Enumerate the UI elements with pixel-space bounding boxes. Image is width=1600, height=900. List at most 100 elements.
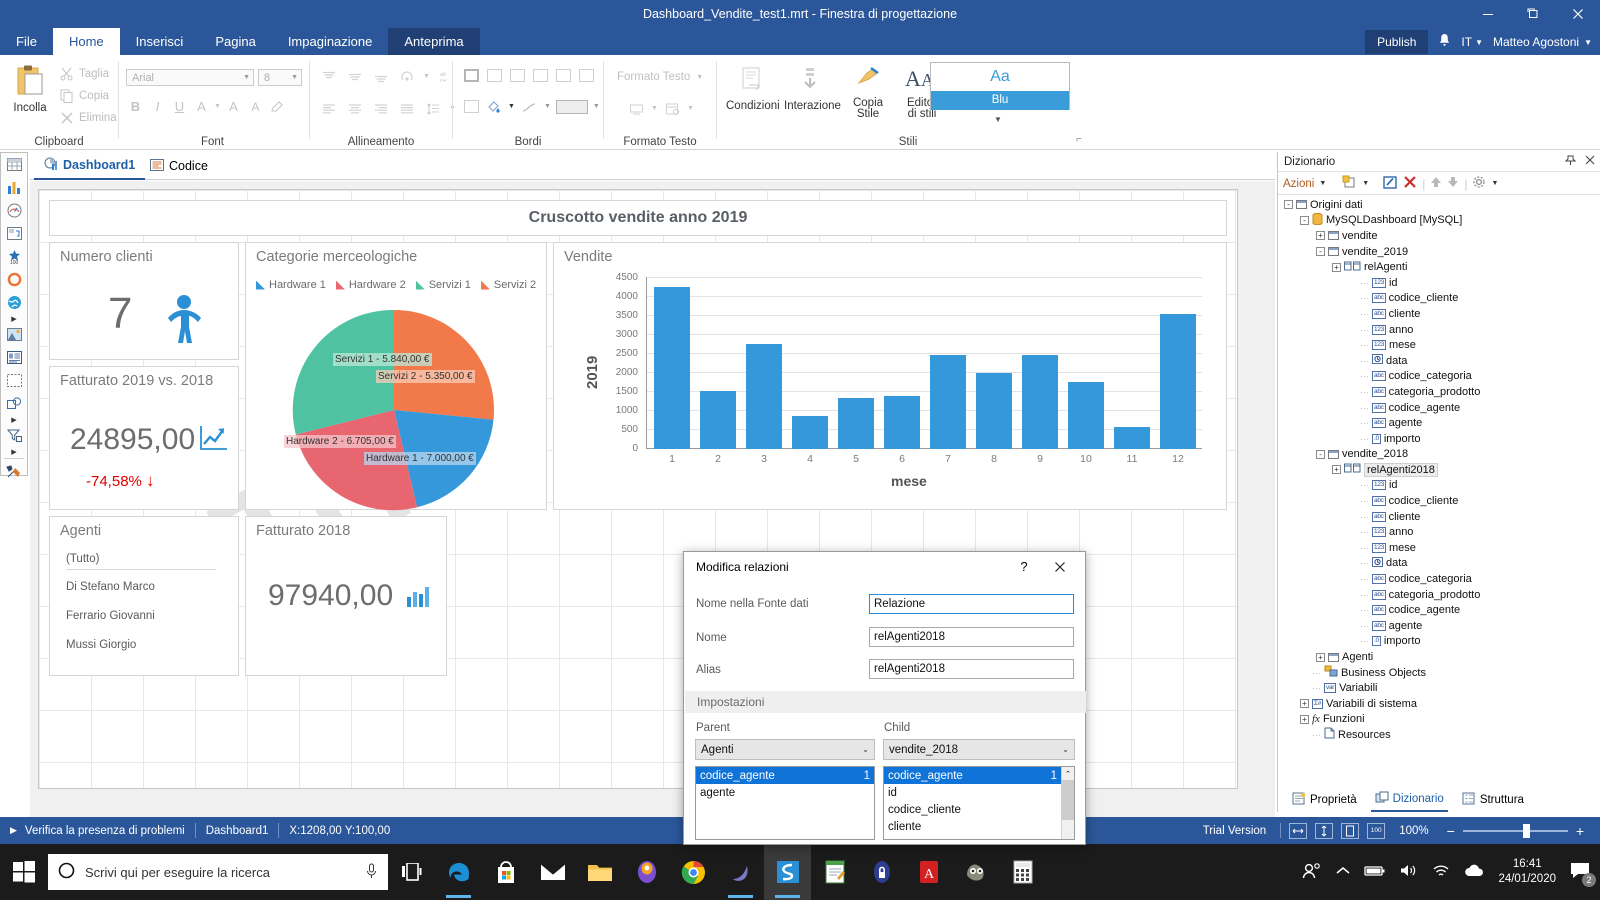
dict-tree-node[interactable]: + relAgenti2018 — [1278, 462, 1600, 478]
tab-struttura[interactable]: Struttura — [1458, 789, 1528, 811]
dict-tree-node[interactable]: - MySQLDashboard [MySQL] — [1278, 212, 1600, 229]
taskbar-clock[interactable]: 16:41 24/01/2020 — [1498, 857, 1556, 887]
border-style-icon[interactable] — [520, 97, 539, 116]
battery-icon[interactable] — [1364, 865, 1386, 880]
italic-button[interactable]: I — [148, 97, 167, 116]
panel-tool-icon[interactable] — [1, 369, 27, 392]
ribbon-tab-impaginazione[interactable]: Impaginazione — [272, 28, 389, 55]
chevron-down-icon[interactable]: ▼ — [1319, 180, 1326, 187]
child-column-row-2[interactable]: codice_cliente — [884, 801, 1061, 818]
mail-icon[interactable] — [529, 844, 576, 900]
map-tool-more-icon[interactable]: ▶ — [1, 314, 27, 323]
progress-tool-icon[interactable] — [1, 268, 27, 291]
chevron-down-icon[interactable]: ▼ — [1491, 180, 1498, 187]
font-size-combo[interactable]: 8 ▼ — [258, 69, 302, 86]
show-hidden-icons-icon[interactable] — [1336, 865, 1350, 879]
dict-tree-node[interactable]: ··· 123 anno — [1278, 322, 1600, 338]
panel-numero-clienti[interactable]: Numero clienti 7 — [49, 242, 239, 360]
image-tool-icon[interactable] — [1, 323, 27, 346]
dialog-list-parent-columns[interactable]: codice_agente 1 agente — [695, 766, 875, 840]
chart-tool-icon[interactable] — [1, 176, 27, 199]
taskbar-search[interactable]: Scrivi qui per eseguire la ricerca — [48, 854, 388, 890]
dictionary-actions-button[interactable]: Azioni — [1283, 178, 1314, 190]
dialog-input-nome-fonte-dati[interactable]: Relazione — [869, 594, 1074, 614]
conditions-button[interactable]: Condizioni — [726, 65, 780, 112]
acrobat-icon[interactable]: A — [905, 844, 952, 900]
border-top-icon[interactable] — [556, 69, 571, 82]
child-column-row-1[interactable]: id — [884, 784, 1061, 801]
dialog-help-button[interactable]: ? — [1009, 552, 1039, 581]
notifications-bell-icon[interactable] — [1438, 33, 1451, 50]
align-bottom-icon[interactable] — [371, 67, 390, 86]
copy-style-button[interactable]: Copia Stile — [842, 65, 894, 120]
language-selector[interactable]: IT ▼ — [1461, 35, 1483, 49]
paste-button[interactable]: Incolla — [4, 63, 56, 114]
align-left-icon[interactable] — [319, 99, 338, 118]
border-all-icon[interactable] — [464, 69, 479, 82]
dict-tree-node[interactable]: ··· abc codice_categoria — [1278, 369, 1600, 385]
text-presentation-icon[interactable] — [627, 99, 646, 118]
border-outline-icon[interactable] — [464, 100, 479, 113]
dict-tree-node[interactable]: ··· 123 id — [1278, 478, 1600, 494]
agent-item-0[interactable]: (Tutto) — [66, 553, 99, 565]
microsoft-store-icon[interactable] — [482, 844, 529, 900]
file-explorer-icon[interactable] — [576, 844, 623, 900]
bar-chart-plot[interactable]: 4500 4000 3500 3000 2500 2000 1500 1000 … — [606, 272, 1202, 489]
fit-height-icon[interactable] — [1315, 822, 1334, 839]
align-middle-icon[interactable] — [345, 67, 364, 86]
dict-tree-node[interactable]: ··· 123 id — [1278, 275, 1600, 291]
filter-tool-icon[interactable] — [1, 424, 27, 447]
volume-icon[interactable] — [1400, 863, 1418, 881]
ribbon-tab-home[interactable]: Home — [52, 28, 120, 55]
pie-legend-item-0[interactable]: Hardware 1 — [256, 279, 326, 291]
ribbon-tab-inserisci[interactable]: Inserisci — [120, 28, 200, 55]
calculator-icon[interactable] — [999, 844, 1046, 900]
dialog-close-button[interactable] — [1045, 552, 1075, 581]
pie-legend-item-2[interactable]: Servizi 1 — [415, 279, 471, 291]
dict-tree-node[interactable]: ··· abc codice_cliente — [1278, 291, 1600, 307]
minimize-button[interactable] — [1465, 0, 1510, 28]
publish-button[interactable]: Publish — [1365, 29, 1429, 54]
edge-icon[interactable] — [435, 844, 482, 900]
tree-expander[interactable]: + — [1300, 699, 1309, 709]
bar-month-12[interactable] — [1160, 314, 1196, 449]
indicator-tool-icon[interactable]: 100 — [1, 245, 27, 268]
panel-fatturato-2018[interactable]: Fatturato 2018 97940,00 — [245, 516, 447, 676]
dict-tree-node[interactable]: ··· abc agente — [1278, 415, 1600, 431]
gimp-icon[interactable] — [952, 844, 999, 900]
check-problems-label[interactable]: Verifica la presenza di problemi — [25, 825, 185, 837]
bar-month-4[interactable] — [792, 416, 828, 449]
design-canvas[interactable]: Trial Cruscotto vendite anno 2019 Numero… — [30, 181, 1275, 817]
zoom-slider-thumb[interactable] — [1522, 823, 1530, 838]
border-none-icon[interactable] — [487, 69, 502, 82]
dict-tree-node[interactable]: ··· abc cliente — [1278, 306, 1600, 322]
map-tool-icon[interactable] — [1, 291, 27, 314]
dict-tree-node[interactable]: + Σ# Variabili di sistema — [1278, 696, 1600, 712]
panel-fatturato-2019-vs-2018[interactable]: Fatturato 2019 vs. 2018 24895,00 -74,58%… — [49, 366, 239, 510]
child-list-scrollbar[interactable]: ⌃ — [1061, 767, 1074, 839]
dialog-list-child-columns[interactable]: codice_agente 1 id codice_cliente client… — [883, 766, 1075, 840]
shape-tool-icon[interactable] — [1, 392, 27, 415]
style-gallery-item-blu[interactable]: Aa Blu — [930, 62, 1070, 110]
gauge-tool-icon[interactable] — [1, 199, 27, 222]
dict-tree-node[interactable]: ··· Resources — [1278, 727, 1600, 743]
pie-chart[interactable] — [289, 305, 499, 515]
dialog-input-alias[interactable]: relAgenti2018 — [869, 659, 1074, 679]
parent-column-row-0[interactable]: codice_agente 1 — [696, 767, 874, 784]
zoom-slider[interactable] — [1462, 823, 1568, 838]
dict-tree-node[interactable]: + fx Funzioni — [1278, 712, 1600, 728]
tree-expander[interactable]: - — [1300, 215, 1309, 225]
bar-month-10[interactable] — [1068, 382, 1104, 449]
dict-tree-node[interactable]: ··· data — [1278, 556, 1600, 572]
table-tool-icon[interactable] — [1, 153, 27, 176]
underline-button[interactable]: U — [170, 97, 189, 116]
agent-item-1[interactable]: Di Stefano Marco — [66, 581, 155, 593]
ribbon-tab-file[interactable]: File — [0, 28, 53, 55]
dict-tree-node[interactable]: ··· var Variabili — [1278, 680, 1600, 696]
dict-tree-node[interactable]: + Agenti — [1278, 649, 1600, 665]
tree-expander[interactable]: - — [1284, 200, 1293, 210]
notepad-icon[interactable] — [811, 844, 858, 900]
tools-options-icon[interactable] — [1, 461, 27, 484]
dict-tree-node[interactable]: - vendite_2019 — [1278, 244, 1600, 260]
agent-item-2[interactable]: Ferrario Giovanni — [66, 610, 155, 622]
